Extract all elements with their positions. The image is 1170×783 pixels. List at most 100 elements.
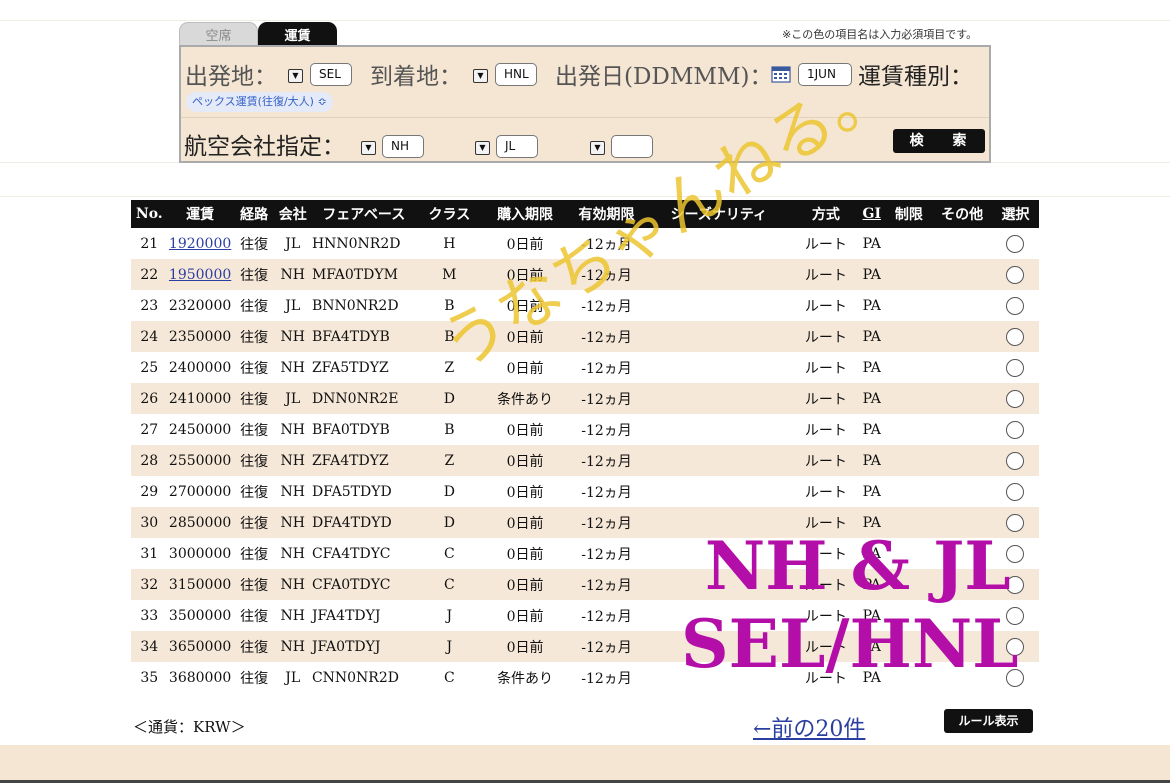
col-header-gi[interactable]: GI xyxy=(858,200,886,228)
origin-input[interactable]: SEL xyxy=(310,63,352,86)
cell-fare-amount: 3680000 xyxy=(168,669,232,686)
fare-amount-link[interactable]: 1920000 xyxy=(169,236,231,252)
table-row: 34 3650000 往復 NH JFA0TDYJ J 0日前 -12ヵ月 ルート PA xyxy=(131,631,1039,662)
cell-seasonality xyxy=(644,228,793,259)
cell-route-type: 往復 xyxy=(232,631,276,662)
select-radio[interactable] xyxy=(1006,606,1025,625)
cell-method: ルート xyxy=(804,546,847,563)
tab-availability[interactable]: 空席 xyxy=(179,22,258,46)
cell-gi: PA xyxy=(858,507,886,538)
cell-booking-class: J xyxy=(446,607,453,624)
cell-carrier: NH xyxy=(280,421,305,438)
select-radio[interactable] xyxy=(1006,265,1025,284)
cell-gi: PA xyxy=(858,445,886,476)
cell-validity: -12ヵ月 xyxy=(581,236,632,253)
cell-fare-base: CFA4TDYC xyxy=(311,545,391,562)
cell-restriction xyxy=(885,445,933,476)
airline-1-input[interactable]: NH xyxy=(382,135,424,158)
cell-route-type: 往復 xyxy=(240,670,269,687)
select-radio[interactable] xyxy=(1006,637,1025,656)
cell-gi: PA xyxy=(858,383,886,414)
previous-20-link[interactable]: ←前の20件 xyxy=(753,711,865,743)
cell-fare-base: DFA5TDYD xyxy=(311,483,392,500)
cell-carrier: NH xyxy=(280,545,305,562)
cell-seasonality xyxy=(644,662,793,693)
cell-booking-class: Z xyxy=(444,359,455,376)
cell-carrier: JL xyxy=(275,383,310,414)
cell-row-number: 31 xyxy=(140,545,159,562)
cell-restriction xyxy=(885,414,932,445)
background-rule xyxy=(0,196,1170,197)
cell-gi: PA xyxy=(862,545,881,562)
tab-fare[interactable]: 運賃 xyxy=(258,22,337,46)
cell-method: ルート xyxy=(804,670,847,687)
search-button[interactable]: 検 索 xyxy=(893,129,985,153)
cell-purchase-deadline: 0日前 xyxy=(481,321,569,352)
cell-row-number: 21 xyxy=(140,235,159,252)
cell-select xyxy=(991,259,1039,290)
cell-booking-class: D xyxy=(417,507,482,538)
cell-carrier: NH xyxy=(275,321,310,352)
search-panel: 出発地： ▼ SEL 到着地： ▼ HNL 出発日(DDMMM)： 1JUN 運… xyxy=(179,45,991,163)
cell-route-type: 往復 xyxy=(232,445,276,476)
select-radio[interactable] xyxy=(1006,544,1025,563)
select-radio[interactable] xyxy=(1006,389,1025,408)
col-header-no: No. xyxy=(131,200,168,228)
required-field-note: ※この色の項目名は入力必須項目です。 xyxy=(782,28,978,41)
cell-seasonality xyxy=(644,600,793,631)
select-radio[interactable] xyxy=(1006,668,1025,687)
cell-restriction xyxy=(885,321,933,352)
cell-booking-class: D xyxy=(443,483,455,500)
cell-restriction xyxy=(885,507,933,538)
destination-input[interactable]: HNL xyxy=(495,63,537,86)
airline-3-input[interactable] xyxy=(611,135,653,158)
cell-fare-amount: 1950000 xyxy=(167,259,233,290)
cell-select xyxy=(991,507,1039,538)
destination-dropdown-icon[interactable]: ▼ xyxy=(473,69,488,83)
fare-type-select[interactable]: ペックス運賃(往復/大人) ≎ xyxy=(186,92,333,112)
airline-3-dropdown-icon[interactable]: ▼ xyxy=(590,141,605,155)
cell-fare-amount: 2700000 xyxy=(168,483,232,500)
cell-purchase-deadline: 0日前 xyxy=(506,298,544,315)
cell-select xyxy=(991,569,1039,600)
select-radio[interactable] xyxy=(1006,575,1025,594)
select-radio[interactable] xyxy=(1006,327,1025,346)
cell-fare-base: MFA0TDYM xyxy=(309,259,418,290)
cell-fare-base: JFA0TDYJ xyxy=(309,631,418,662)
airline-2-dropdown-icon[interactable]: ▼ xyxy=(475,141,490,155)
cell-route-type: 往復 xyxy=(232,507,276,538)
origin-dropdown-icon[interactable]: ▼ xyxy=(288,69,303,83)
cell-booking-class: J xyxy=(417,631,482,662)
calendar-icon[interactable] xyxy=(771,66,791,83)
show-rules-button[interactable]: ルール表示 xyxy=(944,709,1033,733)
col-header-select: 選択 xyxy=(991,200,1039,228)
cell-other xyxy=(932,383,992,414)
airline-1-dropdown-icon[interactable]: ▼ xyxy=(361,141,376,155)
background-rule xyxy=(0,20,1170,21)
select-radio[interactable] xyxy=(1006,420,1025,439)
cell-method: ルート xyxy=(793,569,859,600)
select-radio[interactable] xyxy=(1006,358,1025,377)
cell-restriction xyxy=(885,662,932,693)
airline-2-input[interactable]: JL xyxy=(496,135,538,158)
cell-booking-class: B xyxy=(444,297,455,314)
cell-select xyxy=(992,228,1039,259)
cell-select xyxy=(992,352,1039,383)
cell-row-number: 29 xyxy=(140,483,159,500)
select-radio[interactable] xyxy=(1006,234,1025,253)
cell-gi: PA xyxy=(862,669,881,686)
cell-restriction xyxy=(885,352,932,383)
cell-carrier: NH xyxy=(275,259,310,290)
cell-restriction xyxy=(885,476,932,507)
cell-purchase-deadline: 0日前 xyxy=(481,631,569,662)
select-radio[interactable] xyxy=(1006,513,1025,532)
select-radio[interactable] xyxy=(1006,296,1025,315)
select-radio[interactable] xyxy=(1006,482,1025,501)
col-header-farebase: フェアベース xyxy=(309,200,418,228)
cell-fare-amount: 2320000 xyxy=(168,297,232,314)
cell-purchase-deadline: 0日前 xyxy=(481,507,569,538)
fare-amount-link[interactable]: 1950000 xyxy=(169,267,231,283)
departure-date-input[interactable]: 1JUN xyxy=(798,63,852,86)
select-radio[interactable] xyxy=(1006,451,1025,470)
cell-fare-base: ZFA5TDYZ xyxy=(311,359,389,376)
